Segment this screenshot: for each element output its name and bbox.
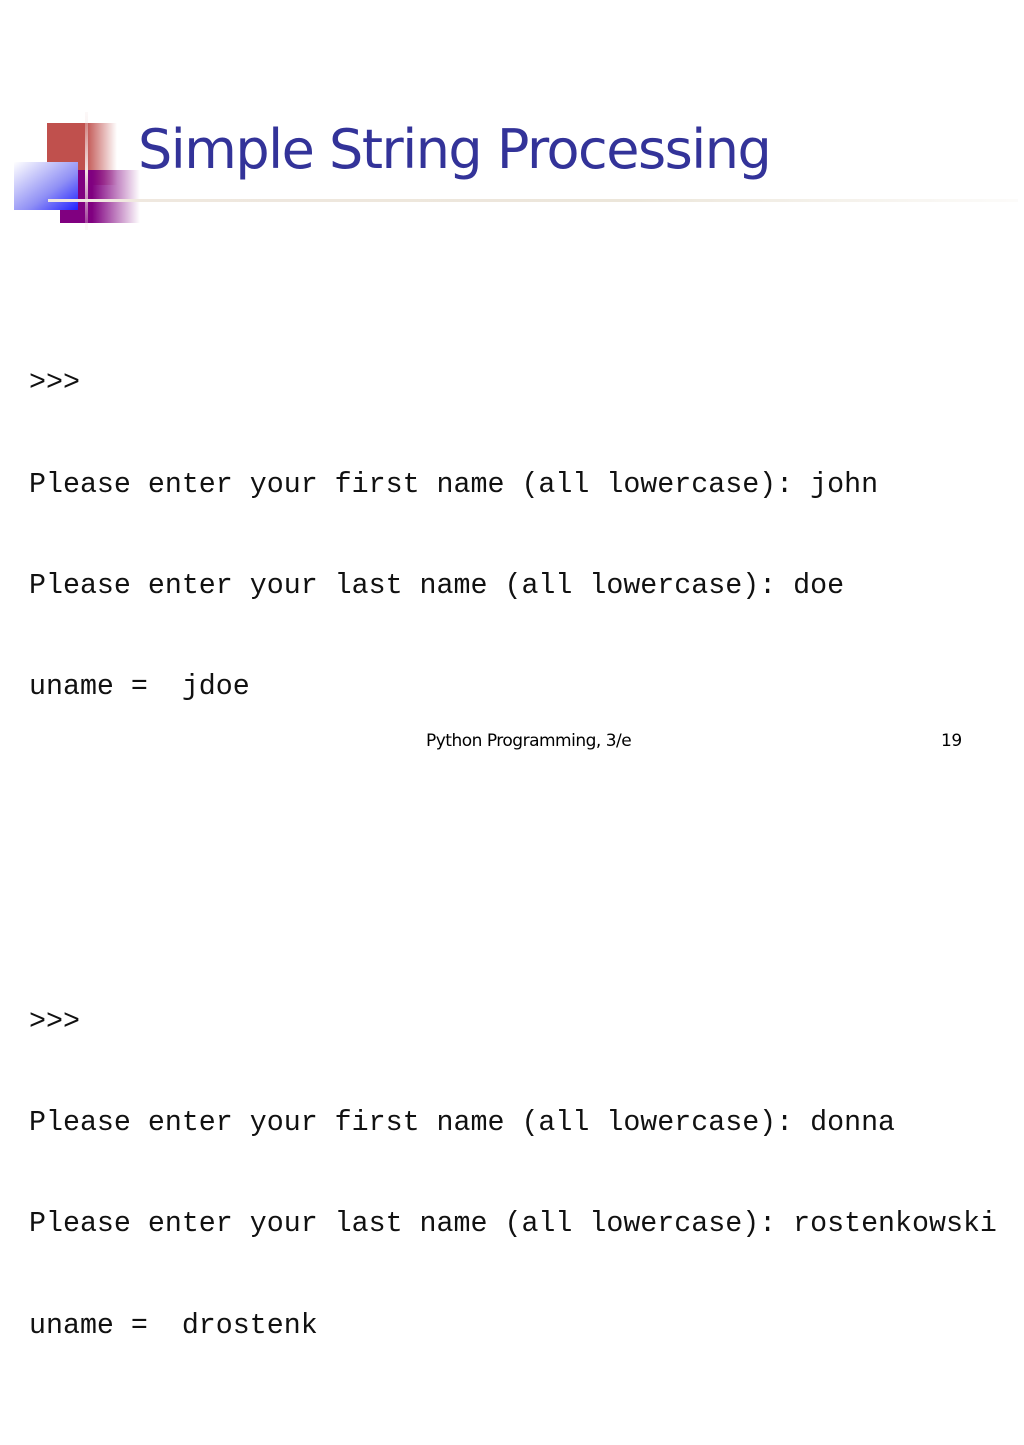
code-line: uname = drostenk	[29, 1309, 318, 1342]
blue-square-shape	[14, 162, 78, 210]
title-underline	[48, 199, 1018, 202]
code-block-2: >>> Please enter your first name (all lo…	[29, 938, 997, 1411]
page-number: 19	[941, 731, 962, 751]
vertical-line-shape	[85, 112, 88, 230]
code-line: Please enter your last name (all lowerca…	[29, 1208, 997, 1241]
slide-title: Simple String Processing	[138, 118, 772, 181]
python-prompt: >>>	[29, 1005, 80, 1038]
footer-text: Python Programming, 3/e	[426, 731, 632, 751]
code-line: uname = jdoe	[29, 671, 250, 704]
code-block-1: >>> Please enter your first name (all lo…	[29, 300, 997, 773]
code-output: >>> Please enter your first name (all lo…	[29, 232, 997, 1445]
code-line: Please enter your first name (all lowerc…	[29, 1106, 896, 1139]
code-line: Please enter your last name (all lowerca…	[29, 569, 845, 602]
slide-logo-decoration	[0, 0, 160, 240]
code-line: Please enter your first name (all lowerc…	[29, 468, 879, 501]
python-prompt: >>>	[29, 367, 80, 400]
